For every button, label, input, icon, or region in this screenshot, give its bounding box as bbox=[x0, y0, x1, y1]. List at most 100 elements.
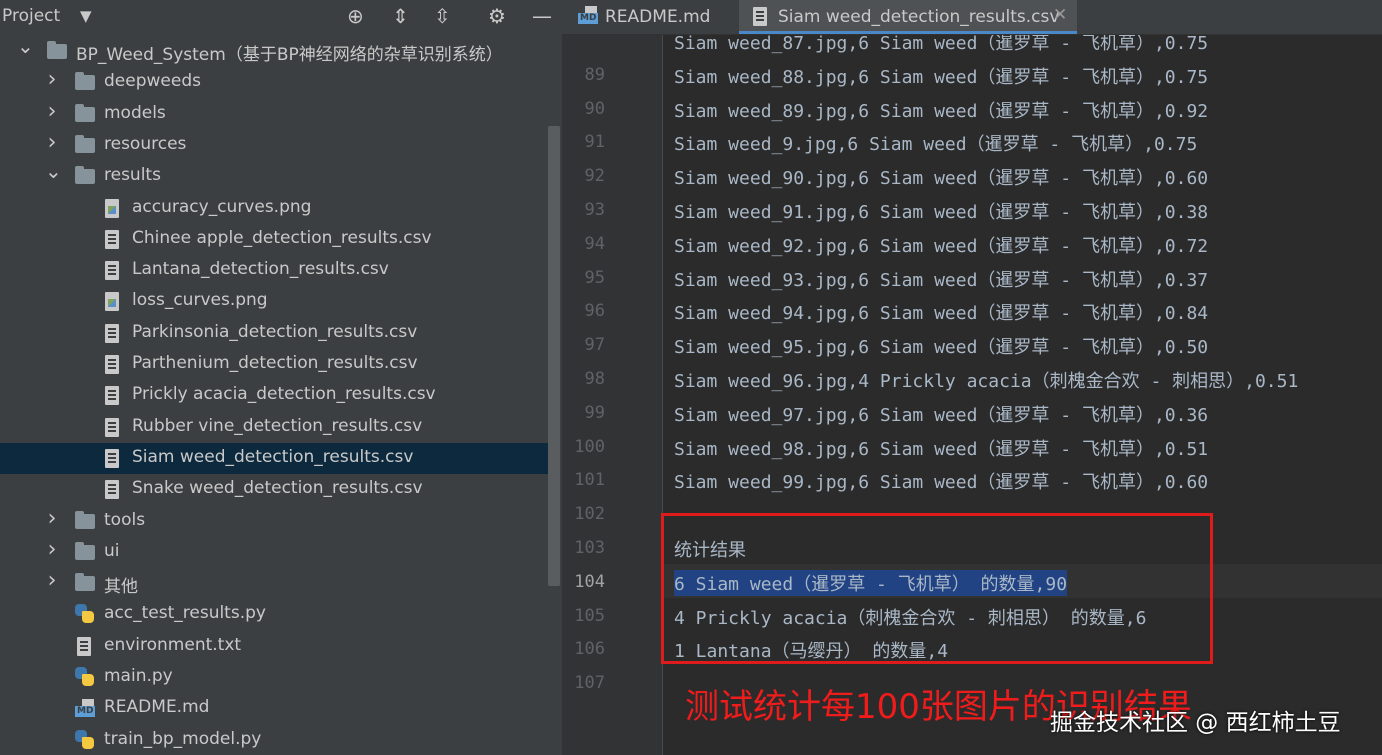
code-line[interactable]: Siam weed_92.jpg,6 Siam weed（暹罗草 - 飞机草）,… bbox=[674, 232, 1208, 258]
chevron-down-icon[interactable]: ⌄ bbox=[45, 159, 62, 183]
line-number: 96 bbox=[584, 301, 605, 322]
python-file-icon bbox=[75, 604, 95, 624]
tree-item-label: 其他 bbox=[104, 577, 138, 598]
folder-icon bbox=[75, 510, 95, 529]
folder-icon bbox=[75, 134, 95, 153]
line-number: 94 bbox=[584, 233, 605, 254]
line-number: 89 bbox=[584, 64, 605, 85]
tree-scrollbar[interactable] bbox=[548, 126, 560, 586]
line-number: 107 bbox=[574, 673, 605, 694]
tree-item-label: Siam weed_detection_results.csv bbox=[132, 446, 414, 467]
tree-item-parkinsonia-detection-results-csv[interactable]: Parkinsonia_detection_results.csv bbox=[0, 318, 548, 349]
code-line[interactable]: Siam weed_91.jpg,6 Siam weed（暹罗草 - 飞机草）,… bbox=[674, 198, 1208, 224]
folder-icon bbox=[75, 166, 95, 185]
chevron-right-icon[interactable]: › bbox=[45, 568, 59, 593]
code-line[interactable]: Siam weed_94.jpg,6 Siam weed（暹罗草 - 飞机草）,… bbox=[674, 299, 1208, 325]
chevron-right-icon[interactable]: › bbox=[45, 67, 59, 92]
gear-icon[interactable]: ⚙ bbox=[488, 3, 506, 29]
tree-item-readme-md[interactable]: README.md bbox=[0, 693, 548, 724]
tree-item-chinee-apple-detection-results-csv[interactable]: Chinee apple_detection_results.csv bbox=[0, 224, 548, 255]
chevron-right-icon[interactable]: › bbox=[45, 130, 59, 155]
line-number: 102 bbox=[574, 504, 605, 525]
code-line[interactable]: Siam weed_88.jpg,6 Siam weed（暹罗草 - 飞机草）,… bbox=[674, 63, 1208, 89]
chevron-right-icon[interactable]: › bbox=[45, 506, 59, 531]
tree-item-resources[interactable]: › resources bbox=[0, 130, 548, 161]
tree-item-label: Lantana_detection_results.csv bbox=[132, 259, 389, 280]
watermark: 掘金技术社区 @ 西红柿土豆 bbox=[1050, 710, 1341, 736]
tree-item-train-bp-model-py[interactable]: train_bp_model.py bbox=[0, 725, 548, 755]
tab-readme[interactable]: README.md bbox=[562, 0, 738, 34]
tree-item-label: acc_test_results.py bbox=[104, 603, 266, 624]
tree-item-label: Chinee apple_detection_results.csv bbox=[132, 227, 432, 248]
line-number: 106 bbox=[574, 639, 605, 660]
line-number: 101 bbox=[574, 470, 605, 491]
folder-icon bbox=[75, 573, 95, 592]
tree-item-lantana-detection-results-csv[interactable]: Lantana_detection_results.csv bbox=[0, 255, 548, 286]
code-line[interactable]: Siam weed_98.jpg,6 Siam weed（暹罗草 - 飞机草）,… bbox=[674, 435, 1208, 461]
text-file-icon bbox=[105, 229, 119, 249]
csv-file-icon bbox=[753, 7, 767, 26]
expand-all-icon[interactable]: ⇕ bbox=[392, 3, 409, 29]
tree-item-parthenium-detection-results-csv[interactable]: Parthenium_detection_results.csv bbox=[0, 349, 548, 380]
line-number: 97 bbox=[584, 335, 605, 356]
tree-item-label: environment.txt bbox=[104, 634, 242, 655]
text-file-icon bbox=[77, 636, 91, 656]
md-file-icon bbox=[75, 699, 97, 718]
text-file-icon bbox=[105, 323, 119, 343]
line-number: 91 bbox=[584, 132, 605, 153]
text-file-icon bbox=[105, 448, 119, 468]
line-number: 100 bbox=[574, 436, 605, 457]
tree-item-acc-test-results-py[interactable]: acc_test_results.py bbox=[0, 599, 548, 630]
tree-item-rubber-vine-detection-results-csv[interactable]: Rubber vine_detection_results.csv bbox=[0, 412, 548, 443]
tree-item-label: models bbox=[104, 102, 166, 123]
tree-item-prickly-acacia-detection-results-csv[interactable]: Prickly acacia_detection_results.csv bbox=[0, 380, 548, 411]
tab-label: README.md bbox=[605, 7, 711, 27]
project-panel-header: Project ▼ ⊕ ⇕ ⇳ ⚙ — bbox=[0, 0, 562, 33]
tree-item-label: resources bbox=[104, 133, 187, 154]
code-line[interactable]: Siam weed_99.jpg,6 Siam weed（暹罗草 - 飞机草）,… bbox=[674, 468, 1208, 494]
tree-item-loss-curves-png[interactable]: loss_curves.png bbox=[0, 286, 548, 317]
tree-item-deepweeds[interactable]: › deepweeds bbox=[0, 67, 548, 98]
code-line[interactable]: Siam weed_87.jpg,6 Siam weed（暹罗草 - 飞机草）,… bbox=[674, 35, 1208, 55]
line-number: 103 bbox=[574, 538, 605, 558]
chevron-right-icon[interactable]: › bbox=[45, 99, 59, 124]
tree-item-tools[interactable]: › tools bbox=[0, 506, 548, 537]
code-line[interactable]: Siam weed_90.jpg,6 Siam weed（暹罗草 - 飞机草）,… bbox=[674, 164, 1208, 190]
tree-item-label: Parthenium_detection_results.csv bbox=[132, 353, 418, 373]
code-line[interactable]: Siam weed_9.jpg,6 Siam weed（暹罗草 - 飞机草）,0… bbox=[674, 130, 1197, 156]
code-line[interactable]: Siam weed_89.jpg,6 Siam weed（暹罗草 - 飞机草）,… bbox=[674, 97, 1208, 123]
collapse-all-icon[interactable]: ⇳ bbox=[434, 3, 451, 29]
chevron-right-icon[interactable]: › bbox=[45, 537, 59, 562]
tree-item-results[interactable]: ⌄ results bbox=[0, 159, 548, 192]
project-panel: Project ▼ ⊕ ⇕ ⇳ ⚙ — ⌄ BP_Weed_System（基于BP… bbox=[0, 0, 562, 755]
code-line[interactable]: Siam weed_97.jpg,6 Siam weed（暹罗草 - 飞机草）,… bbox=[674, 401, 1208, 427]
text-file-icon bbox=[105, 417, 119, 437]
tree-item-label: Snake weed_detection_results.csv bbox=[132, 478, 423, 499]
tree-item-accuracy-curves-png[interactable]: accuracy_curves.png bbox=[0, 193, 548, 224]
tree-item-ui[interactable]: › ui bbox=[0, 537, 548, 568]
minimize-icon[interactable]: — bbox=[532, 3, 552, 29]
chevron-down-icon[interactable]: ▼ bbox=[80, 7, 92, 25]
tab-siam-weed-csv[interactable]: Siam weed_detection_results.csv ✕ bbox=[739, 0, 1077, 34]
tree-item-label: tools bbox=[104, 509, 146, 530]
close-icon[interactable]: ✕ bbox=[1053, 5, 1067, 25]
tree-item-models[interactable]: › models bbox=[0, 99, 548, 130]
image-file-icon bbox=[105, 292, 119, 312]
tree-item-label: results bbox=[104, 165, 161, 186]
code-line[interactable]: Siam weed_95.jpg,6 Siam weed（暹罗草 - 飞机草）,… bbox=[674, 333, 1208, 359]
text-file-icon bbox=[105, 261, 119, 281]
tree-item-main-py[interactable]: main.py bbox=[0, 662, 548, 693]
tree-item-snake-weed-detection-results-csv[interactable]: Snake weed_detection_results.csv bbox=[0, 474, 548, 505]
crosshair-locate-icon[interactable]: ⊕ bbox=[347, 3, 364, 29]
project-panel-title[interactable]: Project bbox=[2, 6, 60, 26]
code-line[interactable]: Siam weed_93.jpg,6 Siam weed（暹罗草 - 飞机草）,… bbox=[674, 266, 1208, 292]
folder-icon bbox=[47, 41, 67, 59]
code-line[interactable]: Siam weed_96.jpg,4 Prickly acacia（刺槐金合欢 … bbox=[674, 367, 1298, 393]
line-number: 95 bbox=[584, 267, 605, 288]
line-number: 99 bbox=[584, 402, 605, 423]
chevron-down-icon[interactable]: ⌄ bbox=[17, 34, 34, 58]
tree-item-environment-txt[interactable]: environment.txt bbox=[0, 631, 548, 662]
tree-item-bp-weed-system-bp[interactable]: ⌄ BP_Weed_System（基于BP神经网络的杂草识别系统） bbox=[0, 34, 548, 67]
tree-item-item[interactable]: › 其他 bbox=[0, 568, 548, 599]
tree-item-siam-weed-detection-results-csv[interactable]: Siam weed_detection_results.csv bbox=[0, 442, 548, 474]
